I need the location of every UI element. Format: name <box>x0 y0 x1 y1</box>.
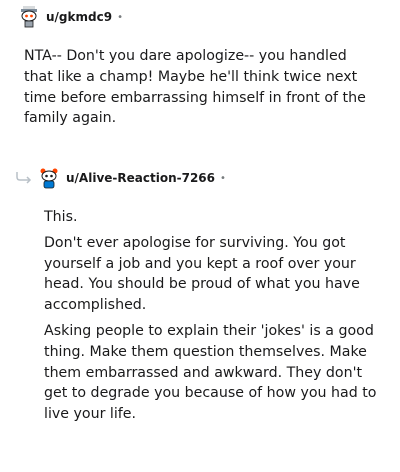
reply-arrow-icon <box>14 170 34 186</box>
comment-body: This. Don't ever apologise for surviving… <box>44 207 380 425</box>
comment-header: u/Alive-Reaction-7266 • <box>38 167 226 189</box>
comment-paragraph: Don't ever apologise for surviving. You … <box>44 234 360 314</box>
comment-body: NTA-- Don't you dare apologize-- you han… <box>24 46 374 129</box>
comment-paragraph: This. <box>44 209 78 225</box>
comment-header: u/gkmdc9 • <box>18 6 123 28</box>
separator-dot: • <box>220 172 226 184</box>
comment-paragraph: NTA-- Don't you dare apologize-- you han… <box>24 48 366 127</box>
snoo-avatar-icon[interactable] <box>38 167 60 189</box>
snoo-avatar-icon[interactable] <box>18 6 40 28</box>
separator-dot: • <box>117 11 123 23</box>
comment-paragraph: Asking people to explain their 'jokes' i… <box>44 322 377 423</box>
username-link[interactable]: u/gkmdc9 <box>46 10 112 24</box>
username-link[interactable]: u/Alive-Reaction-7266 <box>66 171 215 185</box>
